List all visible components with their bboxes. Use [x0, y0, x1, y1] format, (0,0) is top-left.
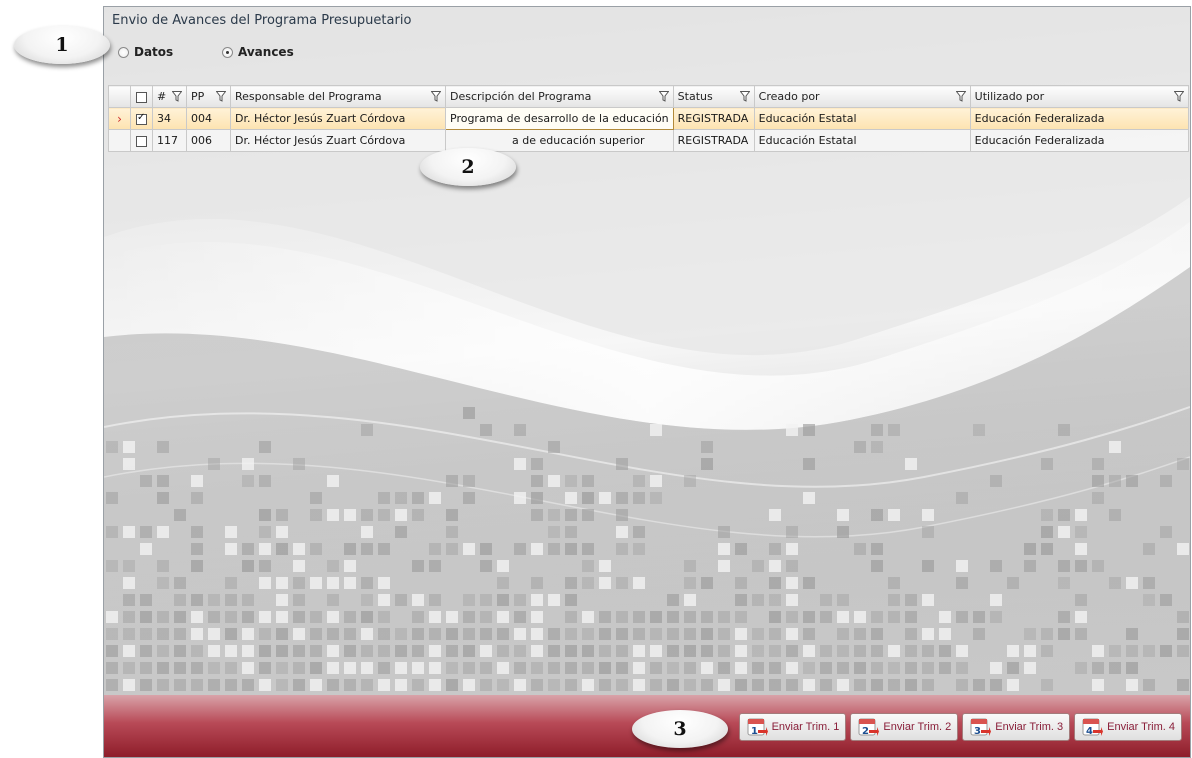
calendar-trim-1-icon: 1 — [746, 716, 768, 738]
row-select-cell[interactable] — [130, 107, 153, 130]
enviar-trim-3-button[interactable]: 3 Enviar Trim. 3 — [962, 713, 1071, 741]
callout-3: 3 — [632, 710, 728, 748]
filter-icon[interactable] — [955, 91, 966, 102]
filter-icon[interactable] — [1173, 91, 1184, 102]
svg-text:3: 3 — [974, 726, 981, 737]
header-descripcion-label: Descripción del Programa — [450, 90, 592, 103]
cell-num[interactable]: 117 — [152, 129, 187, 152]
svg-text:4: 4 — [1086, 726, 1093, 737]
header-status-label: Status — [677, 90, 713, 103]
radio-avances-indicator[interactable] — [222, 46, 233, 58]
cell-pp[interactable]: 006 — [186, 129, 231, 152]
header-utilizado-label: Utilizado por — [974, 90, 1045, 103]
enviar-trim-1-label: Enviar Trim. 1 — [771, 721, 840, 733]
row-checkbox[interactable] — [136, 135, 147, 147]
cell-responsable[interactable]: Dr. Héctor Jesús Zuart Córdova — [230, 129, 446, 152]
view-radio-group: Datos Avances — [118, 45, 294, 59]
enviar-trim-2-button[interactable]: 2 Enviar Trim. 2 — [850, 713, 959, 741]
header-utilizado[interactable]: Utilizado por — [969, 85, 1189, 108]
header-creado[interactable]: Creado por — [753, 85, 971, 108]
header-select-all[interactable] — [130, 85, 153, 108]
enviar-trim-1-button[interactable]: 1 Enviar Trim. 1 — [738, 713, 847, 741]
header-pp-label: PP — [191, 90, 205, 103]
filter-icon[interactable] — [658, 91, 669, 102]
table-row[interactable]: › 34 004 Dr. Héctor Jesús Zuart Córdova … — [108, 107, 1189, 130]
svg-text:2: 2 — [862, 726, 869, 737]
row-checkbox[interactable] — [136, 112, 147, 125]
cell-utilizado[interactable]: Educación Federalizada — [969, 107, 1189, 130]
quarter-buttons: 1 Enviar Trim. 1 2 Enviar Trim. 2 3 Envi… — [738, 713, 1182, 741]
header-creado-label: Creado por — [758, 90, 820, 103]
radio-avances[interactable]: Avances — [222, 45, 294, 59]
cell-num[interactable]: 34 — [152, 107, 187, 130]
cell-utilizado[interactable]: Educación Federalizada — [969, 129, 1189, 152]
header-responsable-label: Responsable del Programa — [235, 90, 382, 103]
callout-2: 2 — [420, 148, 516, 186]
cell-status[interactable]: REGISTRADA — [672, 129, 755, 152]
window-title: Envio de Avances del Programa Presupueta… — [112, 13, 412, 28]
filter-icon[interactable] — [172, 91, 182, 102]
row-select-cell[interactable] — [130, 129, 153, 152]
radio-datos[interactable]: Datos — [118, 45, 222, 59]
radio-avances-label: Avances — [238, 45, 294, 59]
app-window: Envio de Avances del Programa Presupueta… — [103, 6, 1191, 758]
cell-status[interactable]: REGISTRADA — [672, 107, 755, 130]
callout-1: 1 — [14, 26, 110, 64]
cell-creado[interactable]: Educación Estatal — [753, 107, 971, 130]
header-status[interactable]: Status — [672, 85, 755, 108]
calendar-trim-2-icon: 2 — [857, 716, 880, 738]
header-num[interactable]: # — [152, 85, 187, 108]
header-responsable[interactable]: Responsable del Programa — [230, 85, 446, 108]
filter-icon[interactable] — [216, 91, 226, 102]
row-indicator-cell — [108, 129, 131, 152]
enviar-trim-3-label: Enviar Trim. 3 — [995, 721, 1064, 733]
cell-creado[interactable]: Educación Estatal — [753, 129, 971, 152]
radio-datos-label: Datos — [134, 45, 174, 59]
row-indicator-icon: › — [108, 107, 131, 130]
enviar-trim-4-button[interactable]: 4 Enviar Trim. 4 — [1074, 713, 1182, 741]
calendar-trim-3-icon: 3 — [969, 716, 992, 738]
table-row[interactable]: 117 006 Dr. Héctor Jesús Zuart Córdova a… — [108, 129, 1189, 152]
header-descripcion[interactable]: Descripción del Programa — [445, 85, 674, 108]
filter-icon[interactable] — [431, 91, 441, 102]
programs-grid: # PP Responsable del Programa Descripció… — [108, 85, 1189, 152]
filter-icon[interactable] — [739, 91, 750, 102]
cell-descripcion[interactable]: Programa de desarrollo de la educación — [445, 107, 674, 130]
grid-header-row: # PP Responsable del Programa Descripció… — [108, 85, 1189, 108]
radio-datos-indicator[interactable] — [118, 46, 129, 58]
enviar-trim-2-label: Enviar Trim. 2 — [883, 721, 952, 733]
header-indicator-cell — [108, 85, 131, 108]
cell-responsable[interactable]: Dr. Héctor Jesús Zuart Córdova — [230, 107, 446, 130]
header-num-label: # — [157, 90, 167, 103]
header-pp[interactable]: PP — [186, 85, 231, 108]
calendar-trim-4-icon: 4 — [1081, 716, 1104, 738]
svg-text:1: 1 — [751, 726, 758, 737]
cell-pp[interactable]: 004 — [186, 107, 231, 130]
select-all-checkbox[interactable] — [136, 91, 147, 103]
enviar-trim-4-label: Enviar Trim. 4 — [1107, 721, 1175, 733]
